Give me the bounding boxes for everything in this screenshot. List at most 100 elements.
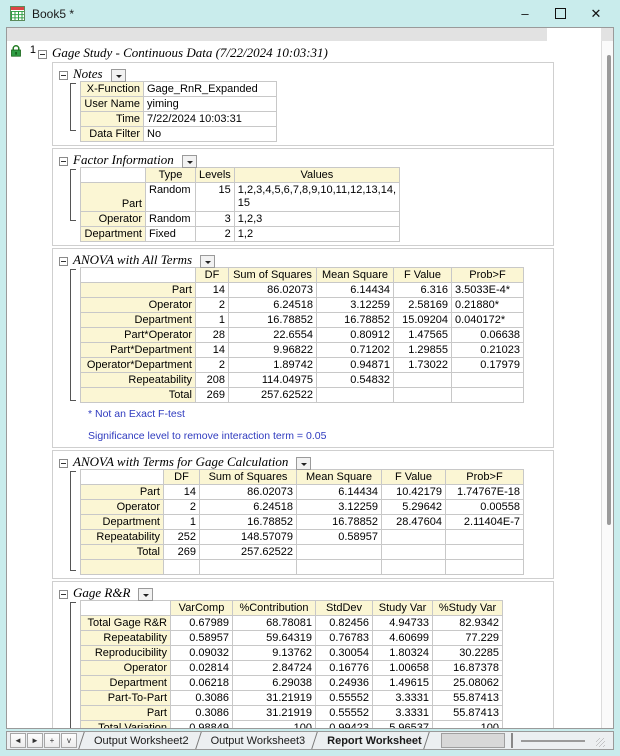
gage-rr-row-varcomp[interactable]: 0.02814 [170,660,233,676]
anova-all-terms-row-ss[interactable]: 9.96822 [228,342,317,358]
anova-all-terms-row-f[interactable] [393,387,452,403]
maximize-button[interactable] [544,0,576,27]
anova-gage-terms-header-cell[interactable]: F Value [381,469,446,485]
anova-all-terms-row-f[interactable] [393,372,452,388]
factor-row-type[interactable]: Random [145,182,196,212]
factor-row-values[interactable]: 1,2,3 [233,211,401,227]
factor-row-type[interactable]: Random [145,211,196,227]
anova-all-terms-row-name[interactable]: Part*Department [80,342,196,358]
gage-rr-row-varcomp[interactable]: 0.3086 [170,690,233,706]
gage-rr-row-name[interactable]: Part-To-Part [80,690,171,706]
gage-rr-header-cell[interactable]: Study Var [372,600,433,616]
anova-all-terms-header-cell[interactable]: F Value [393,267,452,283]
gage-rr-row-stddev[interactable]: 0.30054 [315,645,373,661]
anova-gage-terms-row-name[interactable]: Operator [80,499,164,515]
anova-all-terms-row-name[interactable]: Department [80,312,196,328]
anova-gage-terms-row-ss[interactable]: 257.62522 [199,544,297,560]
gage-rr-row-stddev[interactable]: 0.55552 [315,690,373,706]
horizontal-scrollbar[interactable] [520,733,607,748]
gage-rr-row-studyvar[interactable]: 4.94733 [372,615,433,631]
sheet-tab-1[interactable]: Output Worksheet2 [81,732,198,749]
anova-all-terms-row-p[interactable]: 0.21023 [451,342,524,358]
anova-all-terms-row-df[interactable]: 14 [195,282,229,298]
gage-rr-row-studyvar[interactable]: 3.3331 [372,690,433,706]
gage-rr-row-varcomp[interactable]: 0.58957 [170,630,233,646]
collapse-toggle-notes[interactable] [59,70,68,80]
gage-rr-row-varcomp[interactable]: 0.09032 [170,645,233,661]
anova-gage-terms-row-p[interactable] [445,529,524,545]
anova-gage-terms-row-name[interactable]: Part [80,484,164,500]
anova-all-terms-row-ms[interactable]: 0.94871 [316,357,394,373]
anova-all-terms-header-cell[interactable]: Sum of Squares [228,267,317,283]
gage-rr-row-pctstudyvar[interactable]: 30.2285 [432,645,503,661]
factor-information-header-cell[interactable]: Values [233,167,401,183]
anova-all-terms-row-name[interactable]: Operator*Department [80,357,196,373]
notes-row-label[interactable]: Data Filter [80,126,144,142]
anova-all-terms-row-f[interactable]: 1.73022 [393,357,452,373]
anova-all-terms-header-cell[interactable]: Mean Square [316,267,394,283]
anova-all-terms-row-df[interactable]: 2 [195,357,229,373]
gage-rr-row-stddev[interactable]: 0.76783 [315,630,373,646]
gage-rr-header-cell[interactable] [80,600,171,616]
anova-all-terms-row-p[interactable] [451,372,524,388]
notes-row-value[interactable]: No [143,126,277,142]
factor-row-name[interactable]: Department [80,226,146,242]
anova-gage-terms-row-p[interactable]: 2.11404E-7 [445,514,524,530]
anova-gage-terms-row-ss[interactable]: 148.57079 [199,529,297,545]
anova-gage-terms-row-df[interactable]: 2 [163,499,200,515]
notes-row-label[interactable]: Time [80,111,144,127]
anova-gage-terms-row-df[interactable]: 1 [163,514,200,530]
anova-all-terms-row-name[interactable]: Part*Operator [80,327,196,343]
anova-gage-terms-row-p[interactable] [445,544,524,560]
anova-gage-terms-row-ss[interactable]: 6.24518 [199,499,297,515]
gage-rr-row-varcomp[interactable]: 0.98849 [170,720,233,728]
anova-gage-terms-dropdown-button[interactable] [296,456,312,470]
anova-all-terms-row-ms[interactable]: 0.80912 [316,327,394,343]
anova-all-terms-row-ms[interactable] [316,387,394,403]
anova-all-terms-header-cell[interactable]: DF [195,267,229,283]
anova-all-terms-row-df[interactable]: 269 [195,387,229,403]
anova-all-terms-row-ss[interactable]: 6.24518 [228,297,317,313]
anova-gage-terms-row-name[interactable]: Department [80,514,164,530]
gage-rr-row-name[interactable]: Part [80,705,171,721]
anova-gage-terms-header-cell[interactable]: Sum of Squares [199,469,297,485]
anova-all-terms-row-name[interactable]: Part [80,282,196,298]
anova-gage-terms-row-ss[interactable] [199,559,297,575]
anova-gage-terms-row-ms[interactable]: 0.58957 [296,529,382,545]
gage-rr-row-pctstudyvar[interactable]: 16.87378 [432,660,503,676]
gage-rr-row-contribution[interactable]: 59.64319 [232,630,316,646]
anova-all-terms-row-f[interactable]: 2.58169 [393,297,452,313]
column-header-strip[interactable] [7,28,613,42]
anova-gage-terms-row-ms[interactable] [296,544,382,560]
anova-gage-terms-row-ss[interactable]: 16.78852 [199,514,297,530]
gage-rr-row-pctstudyvar[interactable]: 25.08062 [432,675,503,691]
anova-gage-terms-row-name[interactable] [80,559,164,575]
factor-information-dropdown-button[interactable] [181,154,197,168]
anova-gage-terms-row-df[interactable]: 269 [163,544,200,560]
gage-rr-row-pctstudyvar[interactable]: 100 [432,720,503,728]
vertical-scrollbar-thumb[interactable] [607,55,611,525]
anova-all-terms-row-df[interactable]: 208 [195,372,229,388]
anova-gage-terms-header-cell[interactable]: Prob>F [445,469,524,485]
gage-rr-row-contribution[interactable]: 31.21919 [232,705,316,721]
anova-all-terms-row-df[interactable]: 2 [195,297,229,313]
gage-rr-header-cell[interactable]: StdDev [315,600,373,616]
anova-all-terms-row-ss[interactable]: 86.02073 [228,282,317,298]
anova-all-terms-row-p[interactable]: 0.17979 [451,357,524,373]
anova-all-terms-row-ms[interactable]: 16.78852 [316,312,394,328]
notes-row-label[interactable]: X-Function [80,81,144,97]
notes-dropdown-button[interactable] [110,68,126,82]
factor-row-values[interactable]: 1,2 [233,226,401,242]
gage-rr-row-name[interactable]: Operator [80,660,171,676]
anova-all-terms-row-p[interactable]: 0.040172* [451,312,524,328]
gage-rr-row-contribution[interactable]: 6.29038 [232,675,316,691]
tab-splitter[interactable] [510,733,513,748]
anova-gage-terms-row-ms[interactable]: 16.78852 [296,514,382,530]
anova-all-terms-row-df[interactable]: 28 [195,327,229,343]
anova-all-terms-row-ss[interactable]: 257.62522 [228,387,317,403]
sheet-tab-3[interactable]: Report Worksheet [314,732,431,749]
tab-nav-first-button[interactable]: ◄ [10,733,26,748]
gage-rr-dropdown-button[interactable] [138,587,154,601]
anova-all-terms-row-ss[interactable]: 1.89742 [228,357,317,373]
minimize-button[interactable]: – [509,0,541,27]
